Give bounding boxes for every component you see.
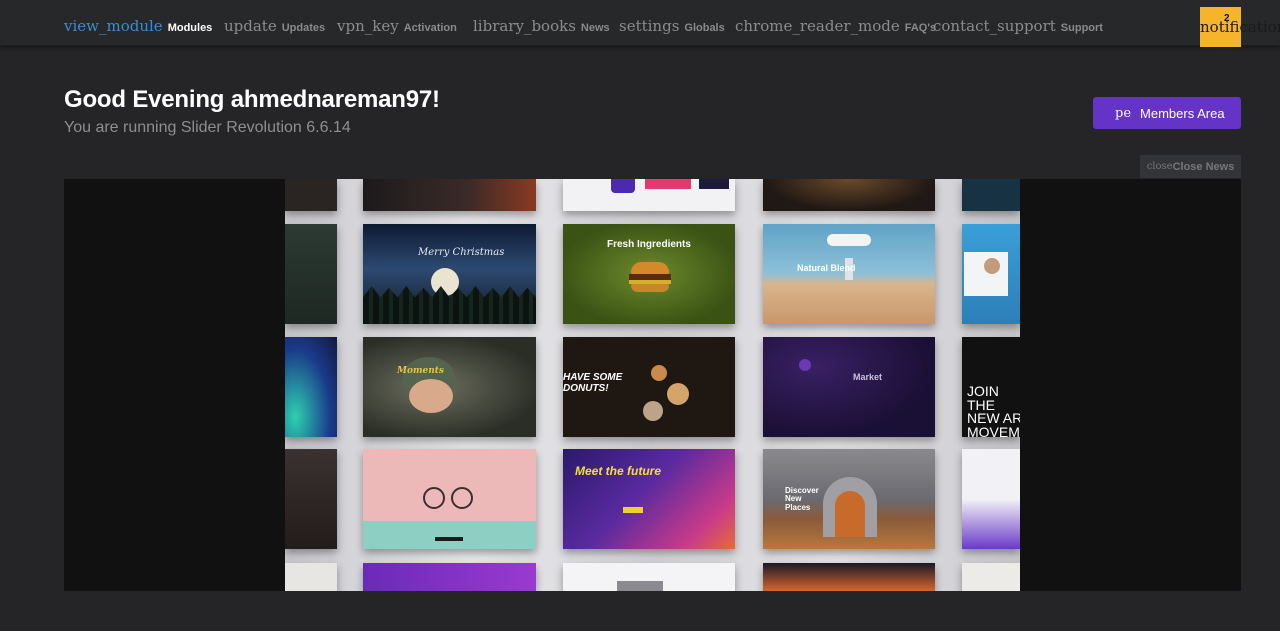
tile [285, 179, 337, 211]
chrome-reader-mode-icon: chrome_reader_mode [735, 17, 900, 35]
news-panel: Merry Christmas Fresh Ingredients Natura… [64, 179, 1241, 591]
tile-discover-text: Discover New Places [785, 486, 819, 512]
tile: Market [763, 337, 935, 437]
tile: HAVE SOME DONUTS! [563, 337, 735, 437]
tile [285, 563, 337, 591]
notifications-icon: notifications [1200, 18, 1280, 36]
tile [285, 224, 337, 324]
settings-icon: settings [619, 17, 680, 35]
tile [363, 179, 536, 211]
tile-ingredients-text: Fresh Ingredients [607, 239, 691, 250]
view-module-icon: view_module [64, 17, 163, 35]
nav-activation-label: Activation [403, 22, 457, 34]
tile-future-text: Meet the future [575, 464, 662, 478]
tile [962, 179, 1020, 211]
version-text: You are running Slider Revolution 6.6.14 [64, 119, 351, 136]
tile-moments-text: Moments [397, 366, 444, 376]
contact-support-icon: contact_support [933, 17, 1056, 35]
tile: Fresh Ingredients [563, 224, 735, 324]
tile-join-text: JOIN THE NEW AR MOVEM [967, 383, 1020, 437]
tile [962, 449, 1020, 549]
close-news-button[interactable]: close Close News [1140, 155, 1241, 178]
tile [363, 563, 536, 591]
nav-modules-label: Modules [167, 22, 213, 34]
tile [285, 449, 337, 549]
nav-updates[interactable]: update Updates [224, 17, 325, 35]
nav-modules[interactable]: view_module Modules [64, 17, 212, 35]
members-area-button[interactable]: pe Members Area [1093, 97, 1241, 129]
members-area-label: Members Area [1140, 105, 1225, 121]
tile [563, 179, 735, 211]
tile: Moments [363, 337, 536, 437]
nav-support-label: Support [1060, 22, 1103, 34]
tile-donuts-text: HAVE SOME DONUTS! [563, 372, 623, 394]
tile-market-text: Market [853, 372, 883, 382]
close-news-label: Close News [1172, 160, 1235, 173]
nav-updates-label: Updates [281, 22, 326, 34]
close-icon: close [1146, 161, 1173, 172]
nav-activation[interactable]: vpn_key Activation [337, 17, 457, 35]
tile [563, 563, 735, 591]
tile: JOIN THE NEW AR MOVEM [962, 337, 1020, 437]
nav-news-label: News [580, 22, 610, 34]
top-nav-bar: view_module Modules update Updates vpn_k… [0, 0, 1280, 46]
tile-natural-text: Natural Blend [797, 263, 856, 273]
notification-count-badge: 2 [1224, 13, 1230, 24]
tile [363, 449, 536, 549]
greeting-title: Good Evening ahmednareman97! [64, 86, 440, 113]
nav-faqs[interactable]: chrome_reader_mode FAQ's [735, 17, 936, 35]
tile [763, 179, 935, 211]
tile [763, 563, 935, 591]
tile: Meet the future [563, 449, 735, 549]
vpn-key-icon: vpn_key [337, 17, 399, 35]
nav-news[interactable]: library_books News [473, 17, 610, 35]
members-icon: pe [1115, 105, 1132, 121]
tile-christmas-text: Merry Christmas [418, 247, 505, 258]
notifications-button[interactable]: notifications 2 [1200, 7, 1280, 47]
library-books-icon: library_books [473, 17, 576, 35]
nav-faqs-label: FAQ's [904, 22, 937, 34]
nav-globals[interactable]: settings Globals [619, 17, 725, 35]
update-icon: update [224, 17, 277, 35]
tile: Discover New Places [763, 449, 935, 549]
news-collage-image[interactable]: Merry Christmas Fresh Ingredients Natura… [285, 179, 1020, 591]
tile: Natural Blend [763, 224, 935, 324]
nav-globals-label: Globals [684, 22, 725, 34]
tile [962, 224, 1020, 324]
tile: Merry Christmas [363, 224, 536, 324]
tile [962, 563, 1020, 591]
tile [285, 337, 337, 437]
nav-support[interactable]: contact_support Support [933, 17, 1103, 35]
